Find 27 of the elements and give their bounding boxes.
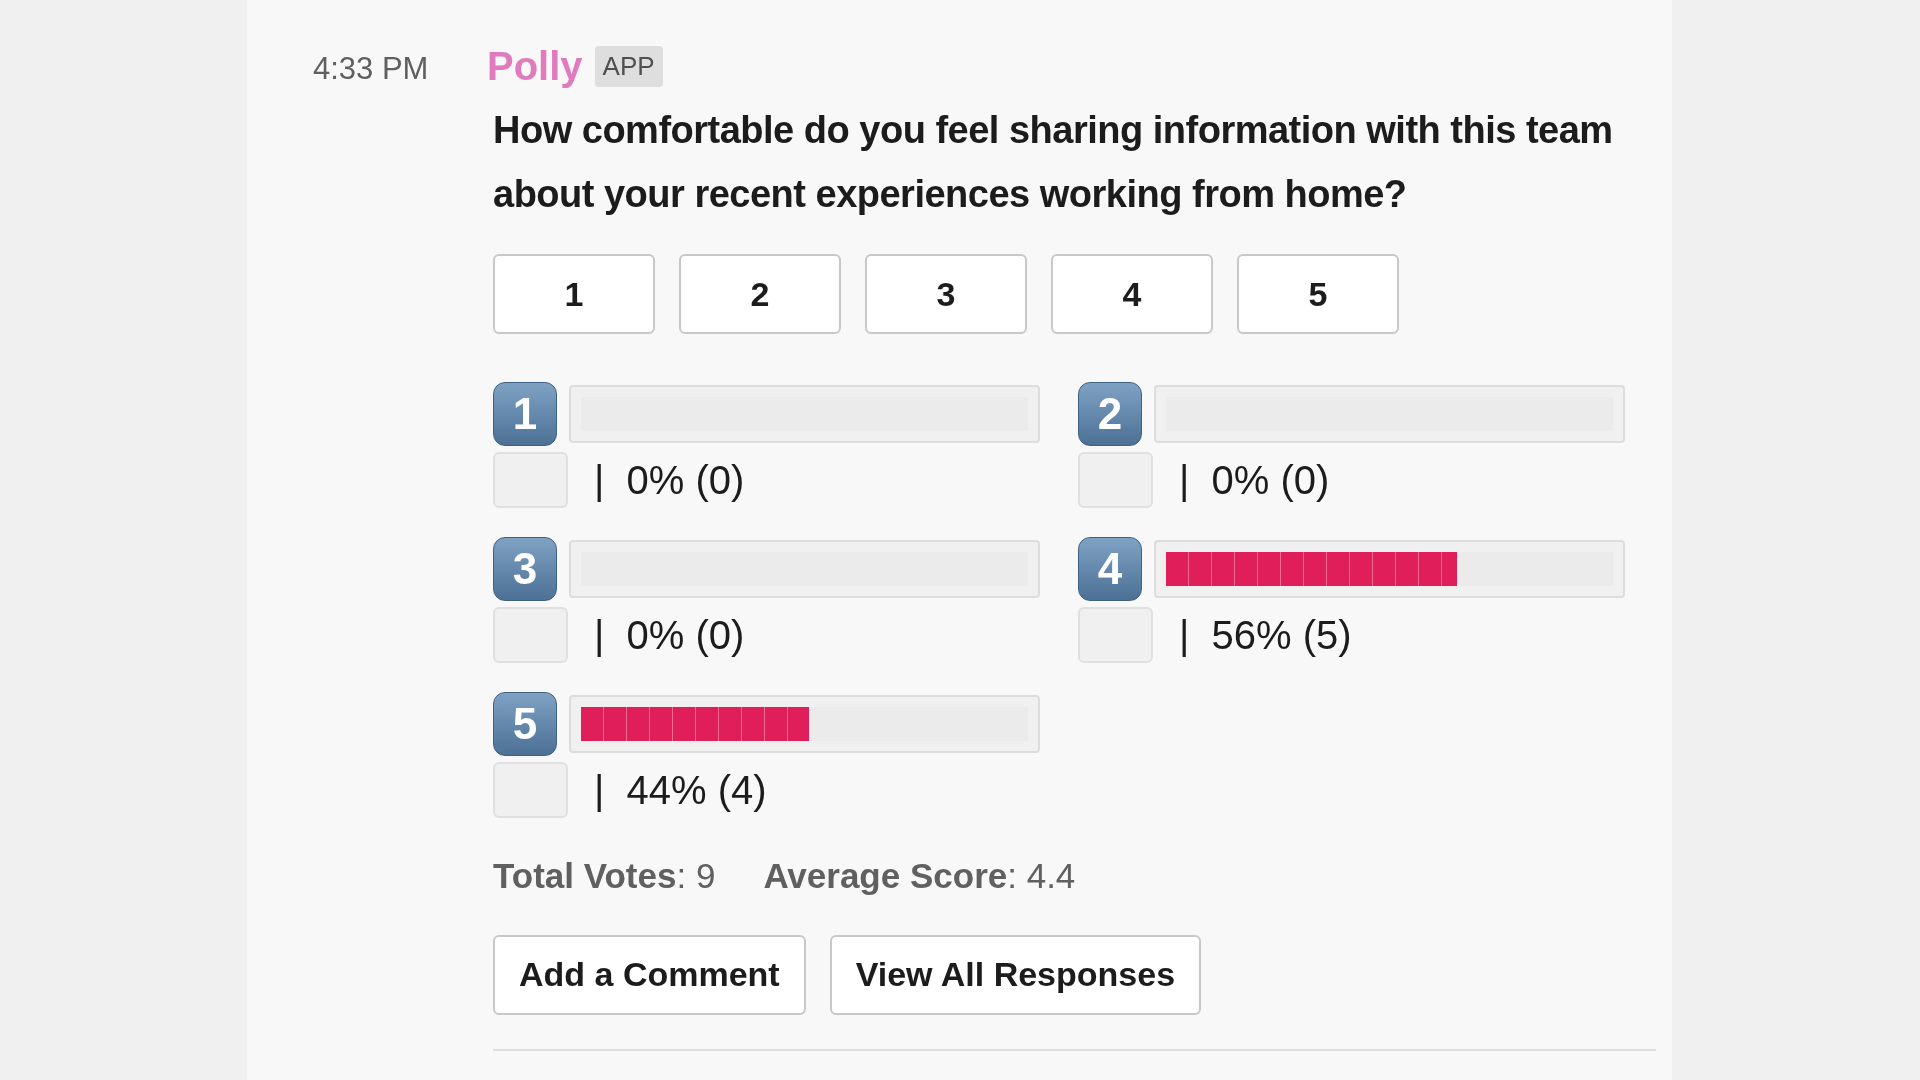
choice-button[interactable]: 3 <box>865 254 1027 334</box>
number-keycap-icon: 4 <box>1078 537 1142 601</box>
number-keycap-icon: 1 <box>493 382 557 446</box>
blank-keycap-icon <box>1078 607 1153 663</box>
number-keycap-icon: 2 <box>1078 382 1142 446</box>
timestamp: 4:33 PM <box>313 49 430 88</box>
choice-button[interactable]: 2 <box>679 254 841 334</box>
choice-button[interactable]: 1 <box>493 254 655 334</box>
action-button[interactable]: Add a Comment <box>493 934 806 1015</box>
vote-percentage: | 0% (0) <box>1179 457 1330 504</box>
action-button[interactable]: View All Responses <box>829 934 1202 1015</box>
poll-stat: Average Score: 4.4 <box>763 855 1076 897</box>
blank-keycap-icon <box>493 762 568 818</box>
poll-stat: Total Votes: 9 <box>493 855 716 897</box>
vote-percentage: | 44% (4) <box>594 767 767 814</box>
vote-percentage: | 56% (5) <box>1179 612 1352 659</box>
number-keycap-icon: 5 <box>493 692 557 756</box>
choice-button[interactable]: 5 <box>1237 254 1399 334</box>
vote-percentage: | 0% (0) <box>594 457 745 504</box>
choice-button[interactable]: 4 <box>1051 254 1213 334</box>
question-text: How comfortable do you feel sharing information with this team about your recent experiences working from home? <box>493 108 1613 217</box>
blank-keycap-icon <box>493 452 568 508</box>
number-keycap-icon: 3 <box>493 537 557 601</box>
vote-percentage: | 0% (0) <box>594 612 745 659</box>
blank-keycap-icon <box>1078 452 1153 508</box>
blank-keycap-icon <box>493 607 568 663</box>
app-badge: APP <box>594 45 663 87</box>
